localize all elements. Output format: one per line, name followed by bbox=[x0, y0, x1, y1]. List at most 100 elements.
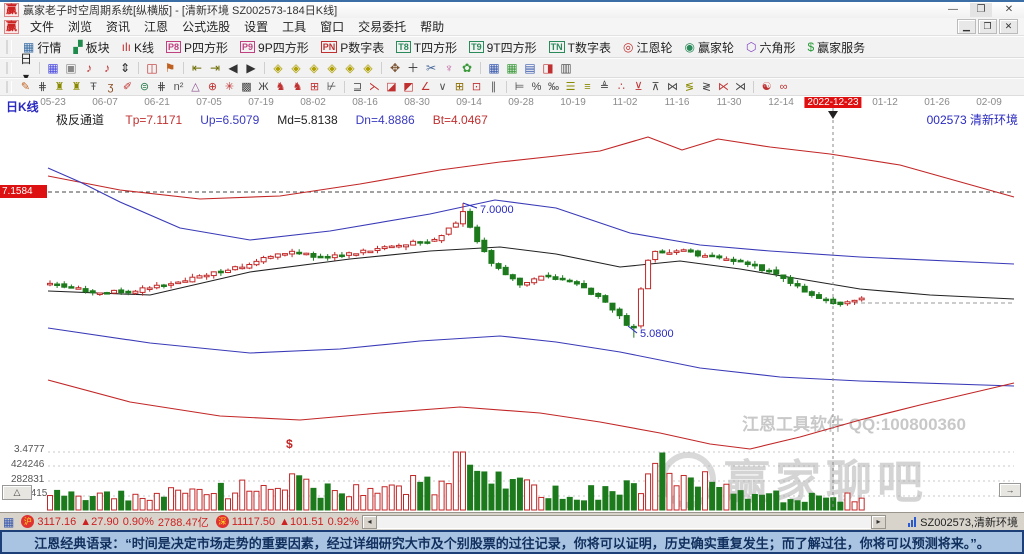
market-grid-icon[interactable]: ▦ bbox=[3, 515, 14, 529]
restore-button[interactable]: ❐ bbox=[970, 3, 992, 17]
tool-icon[interactable]: ⊞ bbox=[306, 79, 323, 95]
tool-icon[interactable]: ⇕ bbox=[116, 59, 134, 77]
tool-icon[interactable]: % bbox=[528, 79, 545, 95]
tool-icon[interactable]: ⊨ bbox=[511, 79, 528, 95]
tool-icon[interactable]: ♪ bbox=[80, 59, 98, 77]
toolbar-button-9[interactable]: ◎江恩轮 bbox=[617, 37, 679, 57]
scroll-right-button[interactable]: → bbox=[999, 483, 1021, 497]
tool-icon[interactable]: ∞ bbox=[775, 79, 792, 95]
tool-icon[interactable]: ♜ bbox=[51, 79, 68, 95]
tool-icon[interactable]: ✎ bbox=[17, 79, 34, 95]
chart-canvas[interactable]: 江恩工具软件 QQ:100800360赢家聊吧7.00005.0800$ bbox=[0, 96, 1024, 512]
tool-icon[interactable]: Ж bbox=[255, 79, 272, 95]
tool-icon[interactable]: ⊞ bbox=[451, 79, 468, 95]
menu-item-6[interactable]: 工具 bbox=[275, 18, 313, 35]
toolbar-grip[interactable] bbox=[6, 62, 12, 75]
toolbar-button-3[interactable]: P8P四方形 bbox=[160, 37, 234, 57]
toolbar-button-4[interactable]: P99P四方形 bbox=[234, 37, 315, 57]
tool-icon[interactable]: ◈ bbox=[287, 59, 305, 77]
tool-icon[interactable]: ⊬ bbox=[323, 79, 340, 95]
child-close-button[interactable]: ✕ bbox=[999, 19, 1018, 34]
tool-icon[interactable]: ∴ bbox=[613, 79, 630, 95]
toolbar-button-1[interactable]: ▞板块 bbox=[67, 37, 115, 57]
horizontal-scrollbar[interactable]: ◂ ▸ bbox=[362, 515, 886, 529]
scrollbar-right-arrow[interactable]: ▸ bbox=[871, 515, 886, 529]
tool-icon[interactable]: ＋ bbox=[404, 59, 422, 77]
tool-icon[interactable]: ◈ bbox=[269, 59, 287, 77]
menu-item-7[interactable]: 窗口 bbox=[313, 18, 351, 35]
tool-icon[interactable]: n² bbox=[170, 79, 187, 95]
tool-icon[interactable]: ⊻ bbox=[630, 79, 647, 95]
tool-icon[interactable]: ⇤ bbox=[188, 59, 206, 77]
tool-icon[interactable]: ≜ bbox=[596, 79, 613, 95]
tool-icon[interactable]: ⊒ bbox=[349, 79, 366, 95]
tool-icon[interactable]: ◈ bbox=[323, 59, 341, 77]
tool-icon[interactable]: ▦ bbox=[44, 59, 62, 77]
tool-icon[interactable]: ▦ bbox=[485, 59, 503, 77]
tool-icon[interactable]: ◩ bbox=[400, 79, 417, 95]
tool-icon[interactable]: ◨ bbox=[539, 59, 557, 77]
tool-icon[interactable]: ♞ bbox=[289, 79, 306, 95]
tool-icon[interactable]: ⊡ bbox=[468, 79, 485, 95]
tool-icon[interactable]: ◫ bbox=[143, 59, 161, 77]
tool-icon[interactable]: ⋈ bbox=[664, 79, 681, 95]
tool-icon[interactable]: ▤ bbox=[521, 59, 539, 77]
tool-icon[interactable]: ⊕ bbox=[204, 79, 221, 95]
tool-icon[interactable]: ‰ bbox=[545, 79, 562, 95]
scrollbar-left-arrow[interactable]: ◂ bbox=[362, 515, 377, 529]
minimize-button[interactable]: — bbox=[942, 3, 964, 17]
tool-icon[interactable]: ☰ bbox=[562, 79, 579, 95]
tool-icon[interactable]: ◀ bbox=[224, 59, 242, 77]
tool-icon[interactable]: ▣ bbox=[62, 59, 80, 77]
tool-icon[interactable]: ✥ bbox=[386, 59, 404, 77]
expand-panel-button[interactable]: △ bbox=[2, 485, 32, 500]
toolbar-button-10[interactable]: ◉赢家轮 bbox=[678, 37, 740, 57]
tool-icon[interactable]: ◪ bbox=[383, 79, 400, 95]
tool-icon[interactable]: ∥ bbox=[485, 79, 502, 95]
tool-icon[interactable]: ♆ bbox=[440, 59, 458, 77]
tool-icon[interactable]: ◈ bbox=[341, 59, 359, 77]
toolbar-grip[interactable] bbox=[6, 81, 12, 92]
toolbar-button-5[interactable]: PNP数字表 bbox=[315, 37, 391, 57]
menu-item-9[interactable]: 帮助 bbox=[413, 18, 451, 35]
toolbar-button-2[interactable]: ılıK线 bbox=[116, 37, 160, 57]
tool-icon[interactable]: ≡ bbox=[579, 79, 596, 95]
tool-icon[interactable]: ⇥ bbox=[206, 59, 224, 77]
tool-icon[interactable]: ∨ bbox=[434, 79, 451, 95]
tool-icon[interactable]: ∠ bbox=[417, 79, 434, 95]
menu-item-2[interactable]: 资讯 bbox=[99, 18, 137, 35]
toolbar-grip[interactable] bbox=[6, 40, 12, 54]
tool-icon[interactable]: ◈ bbox=[305, 59, 323, 77]
tool-icon[interactable]: ⋉ bbox=[715, 79, 732, 95]
toolbar-button-11[interactable]: ⬡六角形 bbox=[740, 37, 802, 57]
tool-icon[interactable]: ⋊ bbox=[732, 79, 749, 95]
tool-icon[interactable]: ✐ bbox=[119, 79, 136, 95]
tool-icon[interactable]: ⊼ bbox=[647, 79, 664, 95]
tool-icon[interactable]: ⋕ bbox=[34, 79, 51, 95]
tool-icon[interactable]: ✳ bbox=[221, 79, 238, 95]
tool-icon[interactable]: ⋕ bbox=[153, 79, 170, 95]
tool-icon[interactable]: ≶ bbox=[681, 79, 698, 95]
tool-icon[interactable]: △ bbox=[187, 79, 204, 95]
tool-icon[interactable]: ♜ bbox=[68, 79, 85, 95]
tool-icon[interactable]: ⚑ bbox=[161, 59, 179, 77]
tool-icon[interactable]: Ŧ bbox=[85, 79, 102, 95]
tool-icon[interactable]: ⋋ bbox=[366, 79, 383, 95]
tool-icon[interactable]: ʒ bbox=[102, 79, 119, 95]
toolbar-button-6[interactable]: T8T四方形 bbox=[390, 37, 463, 57]
toolbar-button-12[interactable]: $赢家服务 bbox=[801, 37, 871, 57]
menu-item-4[interactable]: 公式选股 bbox=[175, 18, 237, 35]
tool-icon[interactable]: ▶ bbox=[242, 59, 260, 77]
tool-icon[interactable]: ≷ bbox=[698, 79, 715, 95]
menu-item-1[interactable]: 浏览 bbox=[61, 18, 99, 35]
toolbar-button-8[interactable]: TNT数字表 bbox=[543, 37, 617, 57]
toolbar-button-7[interactable]: T99T四方形 bbox=[463, 37, 543, 57]
tool-icon[interactable]: ♞ bbox=[272, 79, 289, 95]
close-button[interactable]: ✕ bbox=[998, 3, 1020, 17]
menu-item-5[interactable]: 设置 bbox=[237, 18, 275, 35]
child-minimize-button[interactable]: ▁ bbox=[957, 19, 976, 34]
menu-item-0[interactable]: 文件 bbox=[23, 18, 61, 35]
menu-item-3[interactable]: 江恩 bbox=[137, 18, 175, 35]
tool-icon[interactable]: ♪ bbox=[98, 59, 116, 77]
tool-icon[interactable]: ☯ bbox=[758, 79, 775, 95]
